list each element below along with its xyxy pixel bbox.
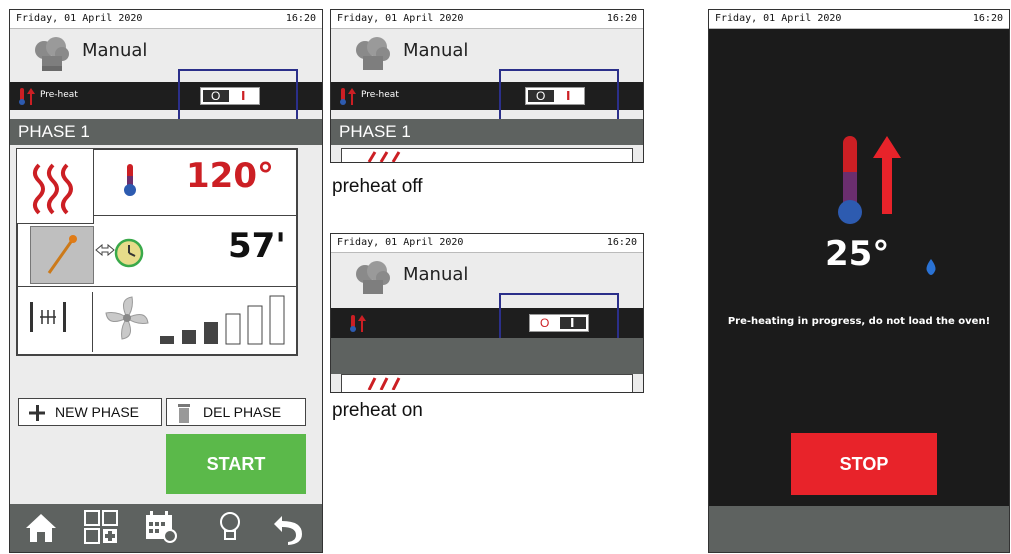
status-time: 16:20 <box>606 13 637 24</box>
heat-waves-icon <box>367 377 401 390</box>
caption-preheat-on: preheat on <box>332 400 423 421</box>
plus-icon <box>29 405 45 421</box>
status-date: Friday, 01 April 2020 <box>715 13 842 24</box>
bottom-nav <box>10 504 322 552</box>
del-phase-button[interactable]: DEL PHASE <box>166 398 306 426</box>
thermometer-up-icon <box>838 136 901 224</box>
phase-bar <box>331 338 643 374</box>
heat-waves-icon <box>33 163 73 215</box>
screen-main: Friday, 01 April 2020 16:20 Manual Pre-h… <box>9 9 323 553</box>
grid-add-icon[interactable] <box>84 510 118 544</box>
heat-waves-icon <box>367 151 401 162</box>
status-date: Friday, 01 April 2020 <box>337 237 464 248</box>
probe-button[interactable] <box>30 226 94 284</box>
calendar-icon[interactable] <box>144 510 178 544</box>
caption-preheat-off: preheat off <box>332 176 423 197</box>
del-phase-label: DEL PHASE <box>203 404 282 420</box>
water-drop-icon <box>926 259 936 275</box>
fan-icon[interactable] <box>104 295 150 341</box>
thermometer-up-icon <box>340 88 356 105</box>
status-bar: Friday, 01 April 2020 16:20 <box>331 234 643 253</box>
lightbulb-icon[interactable] <box>218 510 242 546</box>
start-button[interactable]: START <box>166 434 306 494</box>
screen-preheating: Friday, 01 April 2020 16:20 25° Pre-heat… <box>708 9 1010 553</box>
screen-preheat-off: Friday, 01 April 2020 16:20 Manual Pre-h… <box>330 9 644 163</box>
phase-label: PHASE 1 <box>18 122 90 141</box>
divider <box>94 215 298 216</box>
time-value[interactable]: 57' <box>228 226 286 266</box>
preheat-message: Pre-heating in progress, do not load the… <box>727 316 991 327</box>
status-bar: Friday, 01 April 2020 16:20 <box>10 10 322 29</box>
page-title: Manual <box>403 40 469 61</box>
stop-button[interactable]: STOP <box>791 433 937 495</box>
temperature-value[interactable]: 120° <box>186 156 274 196</box>
status-bar: Friday, 01 April 2020 16:20 <box>709 10 1009 29</box>
home-icon[interactable] <box>24 512 58 544</box>
steam-valve-icon <box>30 302 66 332</box>
page-title: Manual <box>82 40 148 61</box>
divider <box>92 292 93 352</box>
bottom-bar <box>709 506 1009 552</box>
status-date: Friday, 01 April 2020 <box>337 13 464 24</box>
status-time: 16:20 <box>285 13 316 24</box>
status-time: 16:20 <box>606 237 637 248</box>
new-phase-label: NEW PHASE <box>55 404 140 420</box>
status-bar: Friday, 01 April 2020 16:20 <box>331 10 643 29</box>
chef-hat-icon <box>356 261 390 294</box>
preheat-label: Pre-heat <box>40 90 78 100</box>
phase-bar: PHASE 1 <box>331 119 643 145</box>
status-time: 16:20 <box>972 13 1003 24</box>
clock-icon <box>114 238 144 268</box>
status-date: Friday, 01 April 2020 <box>16 13 143 24</box>
fan-speed-bars-icon[interactable] <box>158 294 296 346</box>
thermometer-up-icon <box>19 88 35 105</box>
back-icon[interactable] <box>272 512 304 546</box>
new-phase-button[interactable]: NEW PHASE <box>18 398 162 426</box>
page-title: Manual <box>403 264 469 285</box>
probe-icon <box>47 235 77 274</box>
divider <box>16 286 298 287</box>
chef-hat-icon <box>35 37 69 71</box>
trash-icon <box>178 404 190 423</box>
thermometer-icon <box>124 164 136 196</box>
phase-bar: PHASE 1 <box>10 119 322 145</box>
heat-mode-button[interactable] <box>16 148 94 224</box>
chef-hat-icon <box>356 37 390 70</box>
preheat-label: Pre-heat <box>361 90 399 100</box>
swap-arrows-icon <box>95 243 115 257</box>
thermometer-up-icon <box>350 315 366 332</box>
screen-preheat-on: Friday, 01 April 2020 16:20 Manual O I <box>330 233 644 393</box>
phase-label: PHASE 1 <box>339 122 411 141</box>
temperature-value: 25° <box>825 234 890 274</box>
